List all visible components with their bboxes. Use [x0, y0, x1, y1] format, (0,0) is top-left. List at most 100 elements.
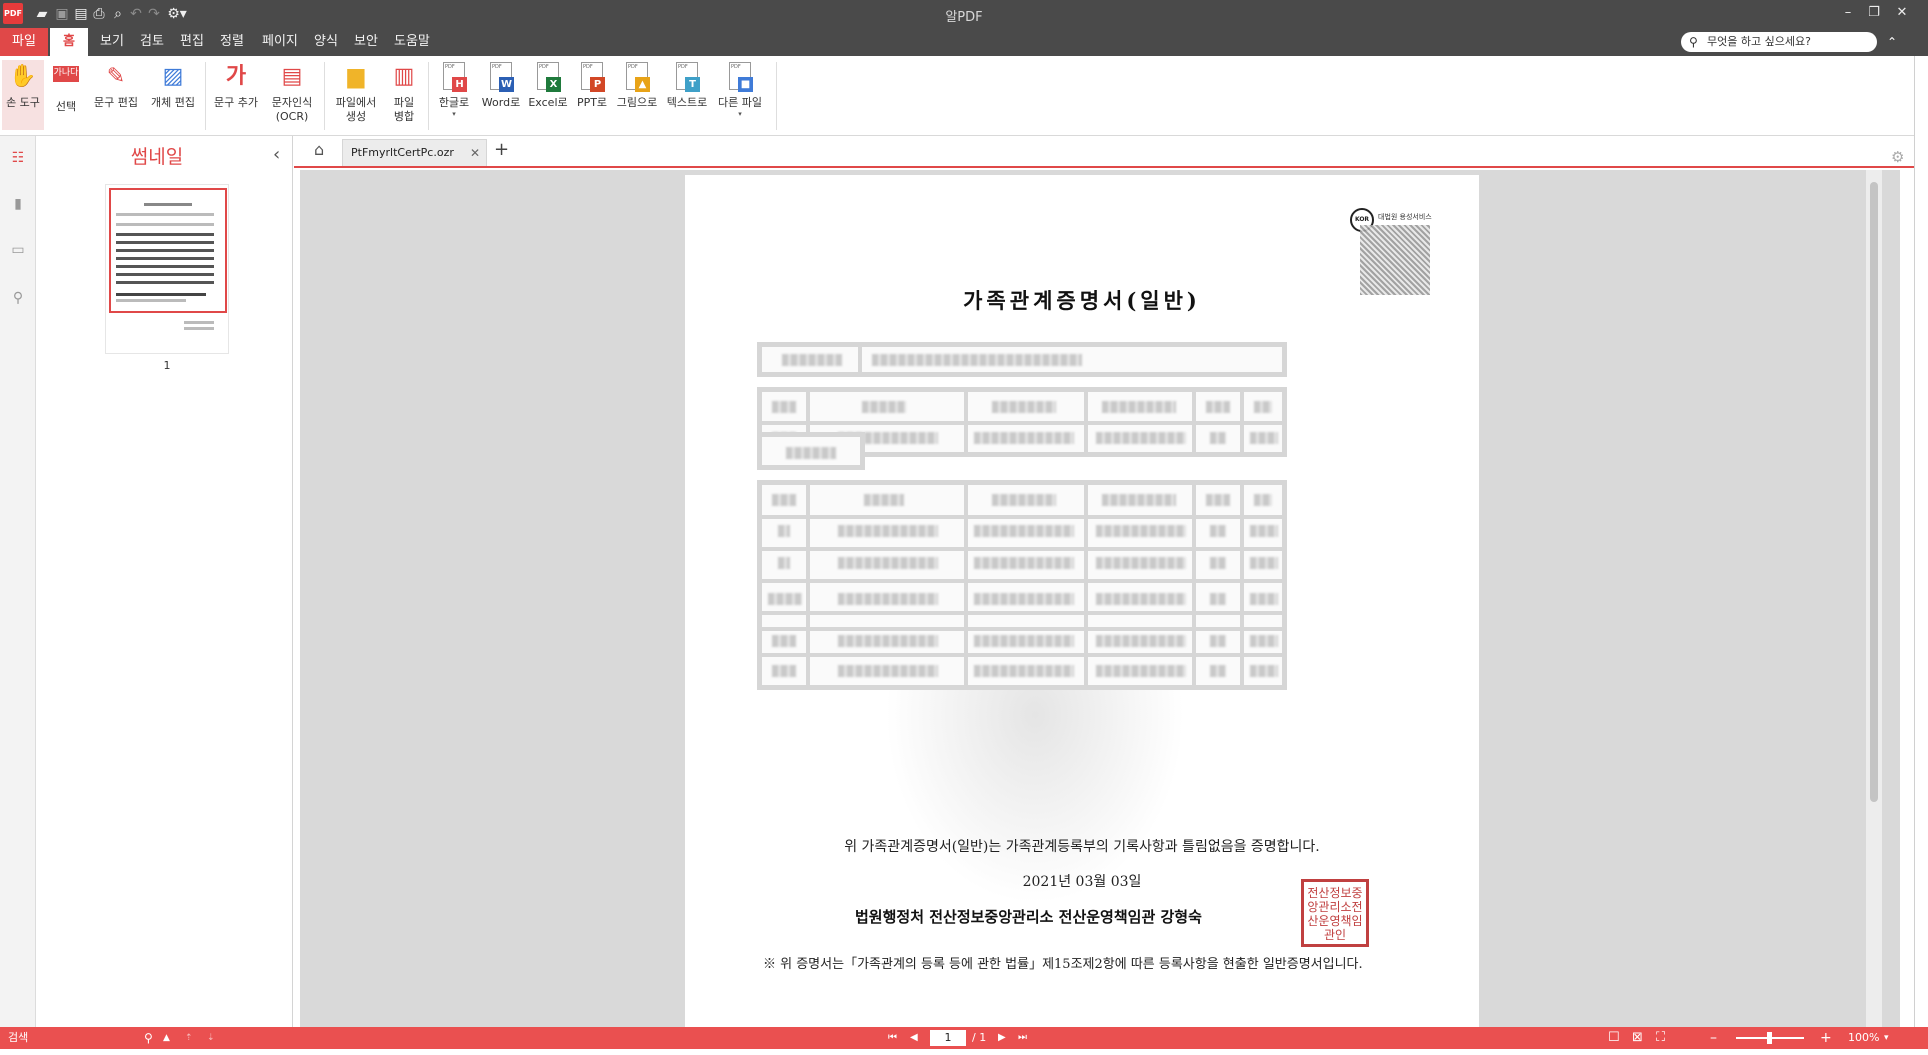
page-thumbnail[interactable]	[105, 184, 229, 354]
document-tab-strip: ⌂ PtFmyrltCertPc.ozr ✕ + ⚙	[294, 136, 1928, 168]
last-page-icon[interactable]: ⏭	[1018, 1027, 1027, 1049]
ocr-icon: ▤	[281, 64, 303, 89]
hand-tool-button[interactable]: ✋ 손 도구	[2, 60, 44, 130]
redacted-divider	[762, 611, 1282, 615]
redacted-text	[974, 665, 1074, 677]
convert-text-button[interactable]: PDF T 텍스트로	[662, 60, 712, 130]
restore-icon[interactable]: ❐	[1860, 2, 1888, 24]
search-icon[interactable]: ⚲	[8, 288, 28, 308]
redacted-divider	[1192, 392, 1196, 452]
zoom-slider-handle[interactable]	[1767, 1032, 1772, 1044]
ocr-label: 문자인식	[271, 96, 313, 109]
redacted-divider	[762, 653, 1282, 657]
app-window: PDF ▰ ▣ ▤ ⎙ ⌕ ↶ ↷ ⚙▾ 알PDF – ❐ ✕ 파일 홈 보기 …	[0, 0, 1928, 1055]
zoom-in-icon[interactable]: +	[1820, 1027, 1832, 1049]
gear-icon[interactable]: ⚙	[1891, 148, 1904, 166]
vertical-scrollbar[interactable]	[1866, 170, 1882, 1027]
collapse-panel-icon[interactable]: ‹	[273, 144, 280, 165]
thumbnail-list-icon[interactable]: ☷	[8, 148, 28, 168]
redacted-divider	[762, 547, 1282, 551]
fit-page-icon[interactable]: ⊠	[1632, 1027, 1643, 1049]
search-prev-icon[interactable]: ▲	[163, 1027, 170, 1049]
redacted-divider	[1240, 485, 1244, 685]
menu-security[interactable]: 보안	[346, 28, 386, 56]
add-tab-icon[interactable]: +	[494, 139, 509, 160]
page-number-input[interactable]: 1	[930, 1030, 966, 1046]
redacted-text	[1250, 665, 1278, 677]
convert-image-label: 그림으로	[616, 96, 658, 109]
convert-excel-button[interactable]: PDF X Excel로	[526, 60, 570, 130]
menu-home[interactable]: 홈	[50, 28, 88, 56]
redacted-text	[1210, 635, 1226, 647]
redacted-text	[1096, 593, 1186, 605]
convert-other-button[interactable]: PDF ■ 다른 파일 ▾	[714, 60, 766, 130]
home-icon[interactable]: ⌂	[314, 140, 324, 159]
redacted-text	[1206, 494, 1230, 506]
menu-view[interactable]: 보기	[92, 28, 132, 56]
convert-hwp-label: 한글로	[438, 96, 470, 109]
comment-icon[interactable]: ▭	[8, 240, 28, 260]
search-input[interactable]: ⚲ 무엇을 하고 싶으세요?	[1681, 32, 1877, 52]
thumbnail-line	[116, 299, 186, 302]
redacted-text	[1254, 494, 1272, 506]
close-tab-icon[interactable]: ✕	[470, 140, 480, 166]
menu-edit[interactable]: 편집	[172, 28, 212, 56]
redacted-text	[1250, 432, 1278, 444]
zoom-level[interactable]: 100%	[1848, 1027, 1879, 1049]
document-viewport[interactable]: KOR 대법원 용성서비스 가족관계증명서(일반) 위 가족관계증명서(일반)는…	[300, 170, 1900, 1027]
edit-text-button[interactable]: ✎ 문구 편집	[90, 60, 142, 130]
ocr-button[interactable]: ▤ 문자인식 (OCR)	[266, 60, 318, 130]
convert-ppt-button[interactable]: PDF P PPT로	[572, 60, 612, 130]
fit-width-icon[interactable]: ⛶	[1656, 1027, 1665, 1049]
menu-review[interactable]: 검토	[132, 28, 172, 56]
search-icon[interactable]: ⚲	[144, 1027, 153, 1049]
search-up-icon[interactable]: ⇡	[185, 1027, 193, 1049]
select-button[interactable]: 가나다 선택	[46, 60, 86, 130]
edit-object-icon: ▨	[162, 64, 184, 89]
zoom-dropdown-icon[interactable]: ▾	[1884, 1027, 1889, 1049]
ppt-icon: PDF P	[579, 62, 605, 92]
document-tab[interactable]: PtFmyrltCertPc.ozr ✕	[342, 139, 487, 166]
redacted-text	[992, 494, 1056, 506]
bookmark-icon[interactable]: ▮	[8, 194, 28, 214]
menu-page[interactable]: 페이지	[254, 28, 306, 56]
first-page-icon[interactable]: ⏮	[888, 1027, 897, 1049]
menu-file[interactable]: 파일	[0, 28, 48, 56]
scrollbar-thumb[interactable]	[1870, 182, 1878, 802]
single-page-icon[interactable]: ☐	[1608, 1027, 1620, 1049]
redacted-text	[772, 401, 796, 413]
search-down-icon[interactable]: ⇣	[207, 1027, 215, 1049]
menu-arrange[interactable]: 정렬	[212, 28, 252, 56]
redacted-text	[838, 635, 938, 647]
convert-ppt-label: PPT로	[576, 96, 608, 109]
menu-form[interactable]: 양식	[306, 28, 346, 56]
collapse-ribbon-icon[interactable]: ⌃	[1882, 32, 1902, 52]
convert-word-button[interactable]: PDF W Word로	[478, 60, 524, 130]
redacted-text	[1096, 525, 1186, 537]
redacted-text	[1250, 557, 1278, 569]
close-icon[interactable]: ✕	[1888, 2, 1916, 24]
edit-object-button[interactable]: ▨ 개체 편집	[146, 60, 200, 130]
convert-image-button[interactable]: PDF ▲ 그림으로	[614, 60, 660, 130]
prev-page-icon[interactable]: ◀	[910, 1027, 918, 1049]
redacted-text	[786, 447, 836, 459]
ribbon-separator	[428, 62, 429, 130]
zoom-out-icon[interactable]: –	[1710, 1027, 1717, 1049]
merge-files-button[interactable]: ▥ 파일 병합	[386, 60, 422, 130]
menu-help[interactable]: 도움말	[386, 28, 438, 56]
add-text-button[interactable]: 가 문구 추가	[210, 60, 262, 130]
document-tab-label: PtFmyrltCertPc.ozr	[351, 146, 454, 159]
thumbnail-line	[116, 281, 214, 284]
redacted-section-label	[757, 432, 865, 470]
redacted-text	[782, 354, 842, 366]
create-from-file-button[interactable]: ▆ 파일에서 생성	[330, 60, 382, 130]
thumbnail-line	[116, 233, 214, 236]
minimize-icon[interactable]: –	[1834, 2, 1862, 24]
next-page-icon[interactable]: ▶	[998, 1027, 1006, 1049]
convert-hwp-button[interactable]: PDF H 한글로 ▾	[432, 60, 476, 130]
redacted-text	[1254, 401, 1272, 413]
redacted-divider	[762, 627, 1282, 631]
redacted-table	[757, 480, 1287, 690]
official-seal: 전산정보중앙관리소전산운영책임관인	[1301, 879, 1369, 947]
folder-icon: ▆	[347, 64, 365, 89]
